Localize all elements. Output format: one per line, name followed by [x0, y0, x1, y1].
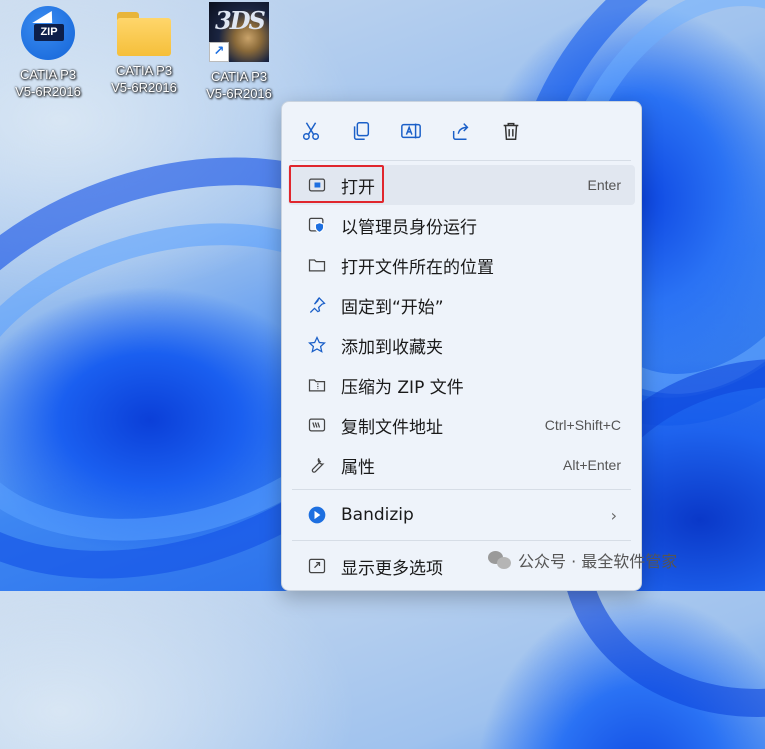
menu-item-copy-path[interactable]: 复制文件地址 Ctrl+Shift+C	[288, 405, 635, 445]
rename-icon[interactable]	[398, 118, 424, 144]
copy-path-icon	[306, 414, 328, 436]
wrench-icon	[306, 454, 328, 476]
desktop-icon-label: CATIA P3 V5-6R2016	[15, 67, 81, 99]
copy-icon[interactable]	[348, 118, 374, 144]
bandizip-icon	[306, 504, 328, 526]
desktop-icon-zip[interactable]: ZIP CATIA P3 V5-6R2016	[0, 6, 96, 100]
folder-open-icon	[306, 254, 328, 276]
menu-item-compress-zip[interactable]: 压缩为 ZIP 文件	[288, 365, 635, 405]
chevron-right-icon: ›	[610, 505, 617, 525]
menu-item-run-as-admin[interactable]: 以管理员身份运行	[288, 205, 635, 245]
delete-icon[interactable]	[498, 118, 524, 144]
bandizip-zip-icon: ZIP	[21, 6, 75, 60]
wechat-icon	[488, 549, 512, 571]
desktop-icon-label: CATIA P3 V5-6R2016	[111, 63, 177, 95]
menu-item-properties[interactable]: 属性 Alt+Enter	[288, 445, 635, 485]
desktop-icon-label: CATIA P3 V5-6R2016	[206, 69, 272, 101]
menu-item-bandizip[interactable]: Bandizip ›	[288, 495, 635, 535]
catia-3ds-shortcut-icon: 3DS ↗	[209, 2, 269, 62]
watermark: 公众号 · 最全软件管家	[488, 548, 677, 572]
menu-item-add-to-favorites[interactable]: 添加到收藏夹	[288, 325, 635, 365]
cut-icon[interactable]	[298, 118, 324, 144]
share-icon[interactable]	[448, 118, 474, 144]
more-options-icon	[306, 555, 328, 577]
desktop-icon-catia-shortcut[interactable]: 3DS ↗ CATIA P3 V5-6R2016	[191, 2, 287, 102]
highlight-box	[289, 165, 384, 203]
shortcut-arrow-icon: ↗	[209, 42, 229, 62]
folder-icon	[117, 12, 171, 56]
pin-icon	[306, 294, 328, 316]
desktop-icon-folder[interactable]: CATIA P3 V5-6R2016	[96, 6, 192, 96]
admin-shield-icon	[306, 214, 328, 236]
menu-item-pin-to-start[interactable]: 固定到“开始”	[288, 285, 635, 325]
star-icon	[306, 334, 328, 356]
context-menu-toolbar	[282, 102, 641, 160]
menu-item-open-file-location[interactable]: 打开文件所在的位置	[288, 245, 635, 285]
zip-folder-icon	[306, 374, 328, 396]
